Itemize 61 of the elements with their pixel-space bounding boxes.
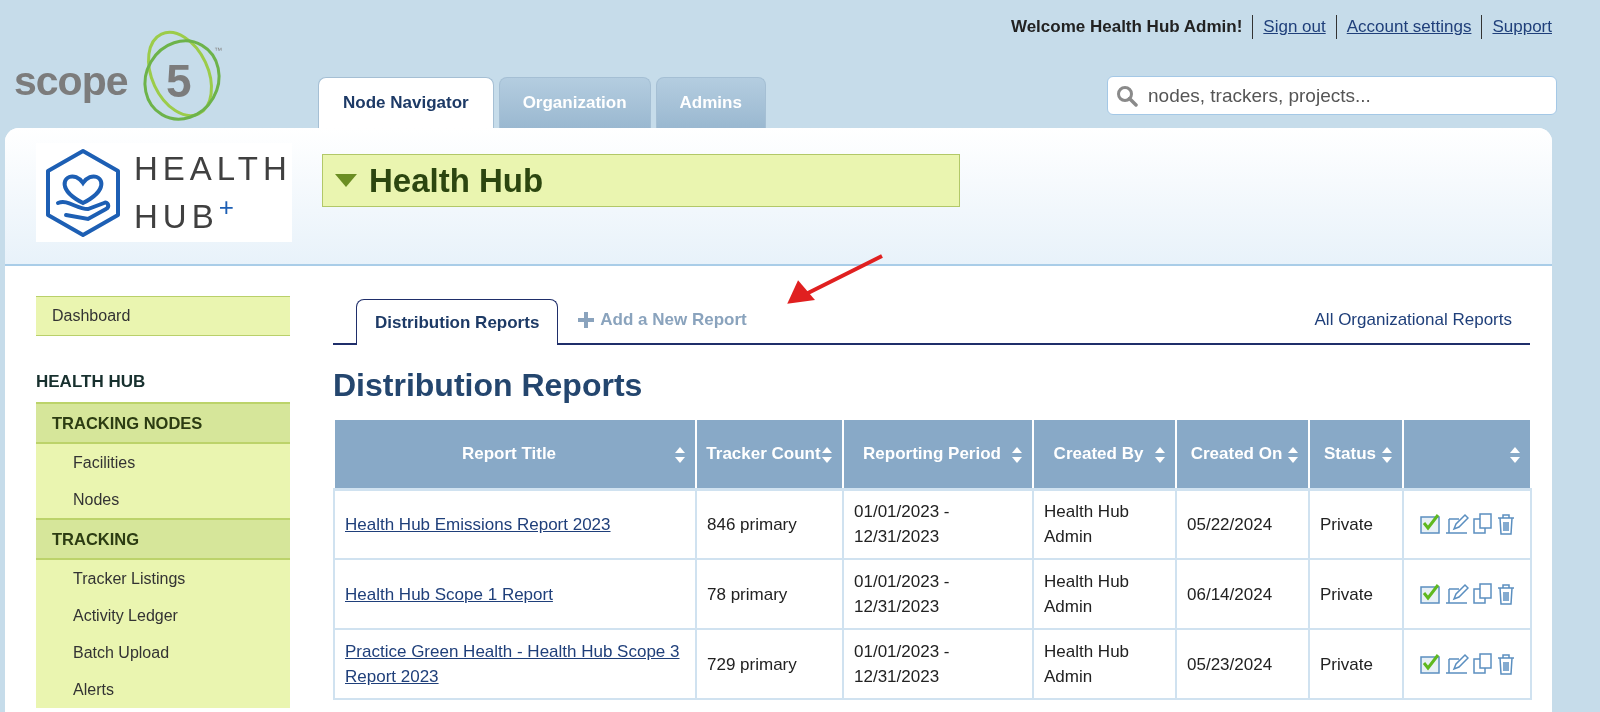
header-link[interactable]: Sign out [1263,17,1326,37]
table-cell: 05/22/2024 [1176,489,1309,559]
sidebar-item[interactable]: Activity Ledger [36,597,290,634]
edit-icon[interactable] [1444,513,1469,536]
table-cell: Private [1309,489,1403,559]
sidebar-section-title: TRACKING [36,518,290,560]
trash-icon[interactable] [1496,513,1515,536]
report-link[interactable]: Health Hub Scope 1 Report [345,581,685,607]
approve-icon[interactable] [1419,653,1442,675]
column-header[interactable] [1403,419,1531,489]
trash-icon[interactable] [1496,653,1515,675]
sidebar-item[interactable]: Batch Upload [36,634,290,671]
table-cell: Health Hub Admin [1033,559,1176,629]
sort-icon [675,447,685,463]
table-cell: 78 primary [696,559,843,629]
trash-icon[interactable] [1496,583,1515,605]
search-field[interactable]: nodes, trackers, projects... [1107,76,1557,115]
sidebar-heading: HEALTH HUB [36,372,147,393]
welcome-text: Welcome Health Hub Admin! [1010,17,1243,37]
plus-icon [578,312,595,328]
report-link[interactable]: Practice Green Health - Health Hub Scope 3 Report 2023 [345,639,685,689]
table-cell: 01/01/2023 - 12/31/2023 [843,489,1033,559]
sort-icon [1382,447,1392,463]
approve-icon[interactable] [1419,513,1442,536]
report-tab[interactable]: Distribution Reports [356,299,559,345]
sort-icon [1288,447,1298,463]
table-cell: 846 primary [696,489,843,559]
sort-icon [822,447,832,463]
sidebar-item[interactable]: Alerts [36,671,290,708]
sidebar-item[interactable]: Dashboard [36,296,290,336]
edit-icon[interactable] [1444,583,1469,605]
edit-icon[interactable] [1444,653,1469,675]
copy-icon[interactable] [1471,513,1494,536]
header-link[interactable]: Support [1492,17,1552,37]
approve-icon[interactable] [1419,583,1442,605]
table-cell: Private [1309,629,1403,699]
sort-icon [1155,447,1165,463]
organization-selector[interactable]: Health Hub [322,154,960,207]
copy-icon[interactable] [1471,653,1494,675]
nav-tab[interactable]: Node Navigator [318,77,494,128]
sidebar-item[interactable]: Nodes [36,481,290,518]
sidebar-item[interactable]: Tracker Listings [36,560,290,597]
table-cell: 729 primary [696,629,843,699]
table-cell: 06/14/2024 [1176,559,1309,629]
sidebar-item[interactable]: Facilities [36,444,290,481]
sort-icon [1012,447,1022,463]
report-link[interactable]: Health Hub Emissions Report 2023 [345,511,685,537]
table-cell: Health Hub Admin [1033,489,1176,559]
sort-icon [1510,447,1520,463]
sidebar-section-title: TRACKING NODES [36,402,290,444]
copy-icon[interactable] [1471,583,1494,605]
table-cell: 01/01/2023 - 12/31/2023 [843,629,1033,699]
table-cell: 01/01/2023 - 12/31/2023 [843,559,1033,629]
health-hub-logo: HEALTH HUB$^{+}$ [36,143,292,242]
table-cell: Health Hub Admin [1033,629,1176,699]
table-cell: 05/23/2024 [1176,629,1309,699]
scope5-logo: scope 5 ™ [12,24,226,124]
table-cell: Private [1309,559,1403,629]
all-reports-link[interactable]: All Organizational Reports [1314,297,1512,343]
header-link[interactable]: Account settings [1346,17,1472,37]
page-title: Distribution Reports [333,367,644,404]
